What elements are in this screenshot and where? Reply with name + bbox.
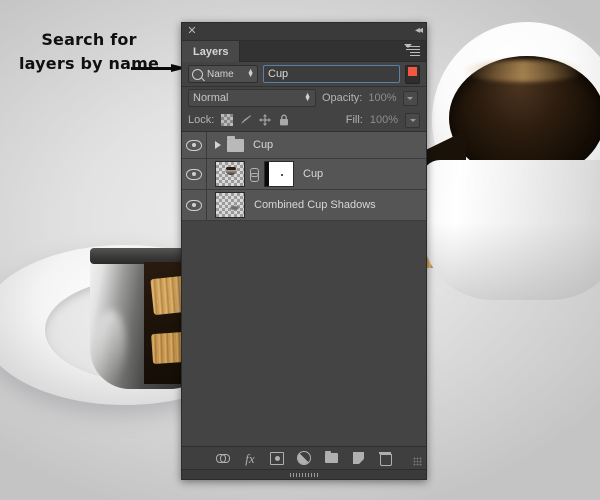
lock-row: Lock: Fill: 100% [182,109,426,132]
filter-type-select[interactable]: Name ▲ ▼ [188,65,258,83]
layer-visibility-toggle[interactable] [182,190,207,220]
layer-style-fx-icon[interactable]: fx [243,451,257,465]
layer-filter-row: Name ▲ ▼ Cup [182,62,426,87]
cutaway-cup-highlight [96,310,126,382]
search-icon [192,68,203,80]
link-layers-icon[interactable] [216,451,230,465]
table-row[interactable]: Cup [182,159,426,190]
tab-strip-filler [240,41,426,62]
layer-name: Cup [303,168,324,180]
filter-type-label: Name [207,68,234,80]
filter-enable-toggle[interactable] [405,64,420,84]
collapse-to-icons-icon[interactable]: ◂◂ [415,26,423,36]
new-layer-icon[interactable] [351,451,365,465]
arrow-shaft [131,67,173,70]
panel-menu-icon[interactable] [406,46,420,57]
brush-icon[interactable] [240,114,252,126]
eye-icon [186,199,202,211]
filter-search-input[interactable]: Cup [263,65,400,83]
fill-label: Fill: [345,114,363,126]
panel-tab-strip: Layers [182,41,426,62]
chevron-right-icon[interactable] [215,141,221,149]
thumbnail-cup-shape [225,167,237,175]
blend-mode-row: Normal ▲ ▼ Opacity: 100% [182,87,426,109]
panel-resize-grip[interactable] [413,457,422,466]
delete-layer-icon[interactable] [378,451,392,466]
blend-mode-arrows-icon: ▲ ▼ [304,92,311,103]
layer-thumbnail[interactable] [215,192,245,218]
table-row[interactable]: Combined Cup Shadows [182,190,426,221]
layer-thumbnail[interactable] [215,161,245,187]
blend-mode-value: Normal [193,92,229,104]
padlock-icon[interactable] [278,114,290,126]
layer-list[interactable]: Cup Cup Combined Cup Shadows [182,132,426,446]
transparency-checker-icon[interactable] [221,114,234,126]
panel-title-bar: ✕ ◂◂ [182,23,426,41]
lock-label: Lock: [188,114,215,126]
layer-visibility-toggle[interactable] [182,159,207,189]
move-arrows-icon[interactable] [259,114,272,126]
layer-name: Combined Cup Shadows [254,199,376,211]
eye-icon [186,168,202,180]
folder-icon [227,135,244,152]
layers-bottom-toolbar: fx [182,446,426,469]
table-row[interactable]: Cup [182,132,426,159]
fill-dropdown-icon[interactable] [405,112,420,128]
fill-value[interactable]: 100% [370,114,398,126]
close-icon[interactable]: ✕ [187,26,197,37]
large-cup-crema-highlight [462,60,584,82]
tab-layers[interactable]: Layers [182,41,241,62]
eye-icon [186,139,202,151]
annotation-arrow-icon [131,64,187,73]
layer-visibility-toggle[interactable] [182,132,207,158]
panel-drag-handle[interactable] [182,469,426,479]
opacity-dropdown-icon[interactable] [402,90,418,106]
opacity-value[interactable]: 100% [368,92,396,104]
layer-name: Cup [253,139,274,151]
add-layer-mask-icon[interactable] [270,451,284,465]
link-mask-icon[interactable] [250,167,259,182]
thumbnail-shadow-shape [230,206,239,210]
new-group-icon[interactable] [324,450,338,465]
new-adjustment-layer-icon[interactable] [297,451,311,465]
layer-mask-thumbnail[interactable] [264,161,294,187]
large-coffee-cup [398,22,600,300]
layers-panel: ✕ ◂◂ Layers Name ▲ ▼ Cup Normal ▲ ▼ Opacit… [181,22,427,480]
opacity-label: Opacity: [322,92,363,104]
up-down-arrows-icon: ▲ ▼ [247,68,254,79]
blend-mode-select[interactable]: Normal ▲ ▼ [188,89,316,107]
